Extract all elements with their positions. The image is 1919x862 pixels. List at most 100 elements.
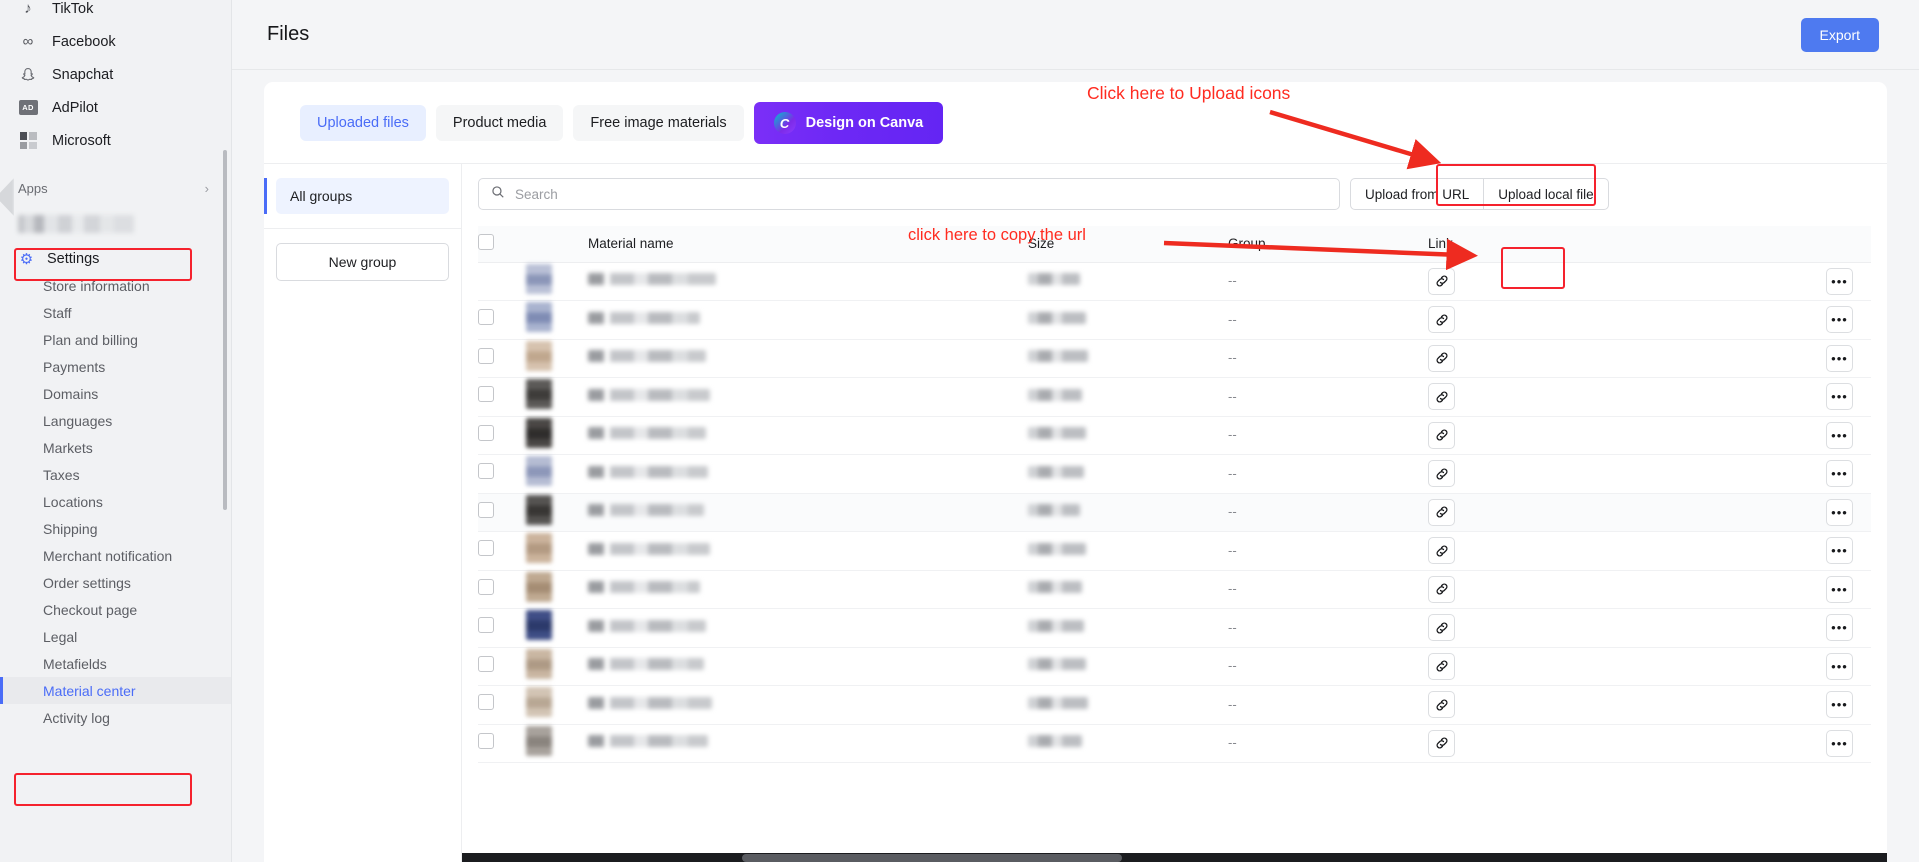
new-group-button[interactable]: New group — [276, 243, 449, 281]
row-checkbox[interactable] — [478, 578, 494, 595]
table-row[interactable]: -- ••• — [478, 570, 1871, 609]
sidebar-item-snapchat[interactable]: Snapchat — [0, 58, 231, 91]
link-icon[interactable] — [1428, 691, 1455, 719]
table-row[interactable]: -- ••• — [478, 608, 1871, 648]
sidebar-item-merchant-notification[interactable]: Merchant notification — [0, 542, 231, 569]
row-checkbox[interactable] — [478, 540, 494, 557]
more-icon[interactable]: ••• — [1826, 460, 1853, 488]
row-checkbox[interactable] — [478, 424, 494, 441]
sidebar-item-settings[interactable]: ⚙ Settings — [0, 245, 231, 272]
row-checkbox[interactable] — [478, 617, 494, 634]
more-icon[interactable]: ••• — [1826, 267, 1853, 295]
column-header-link[interactable]: Link — [1428, 226, 1658, 263]
sidebar-item-store-information[interactable]: Store information — [0, 272, 231, 299]
link-icon[interactable] — [1428, 575, 1455, 603]
upload-from-url-button[interactable]: Upload from URL — [1350, 178, 1485, 210]
material-name-redacted — [588, 696, 712, 709]
table-row[interactable]: -- ••• — [478, 377, 1871, 417]
search-input[interactable]: Search — [478, 178, 1340, 210]
sidebar-section-apps[interactable]: Apps › — [0, 171, 231, 205]
row-actions-cell: ••• — [1658, 685, 1871, 725]
sidebar-item-facebook[interactable]: ∞ Facebook — [0, 25, 231, 58]
sidebar-item-taxes[interactable]: Taxes — [0, 461, 231, 488]
row-checkbox[interactable] — [478, 309, 494, 326]
scrollbar-thumb[interactable] — [742, 854, 1122, 862]
table-row[interactable]: -- ••• — [478, 724, 1871, 763]
more-icon[interactable]: ••• — [1826, 306, 1853, 334]
more-icon[interactable]: ••• — [1826, 691, 1853, 719]
more-icon[interactable]: ••• — [1826, 421, 1853, 449]
sidebar-item-staff[interactable]: Staff — [0, 299, 231, 326]
sidebar-item-markets[interactable]: Markets — [0, 434, 231, 461]
table-row[interactable]: -- ••• — [478, 339, 1871, 378]
sidebar-item-languages[interactable]: Languages — [0, 407, 231, 434]
more-icon[interactable]: ••• — [1826, 344, 1853, 372]
link-icon[interactable] — [1428, 614, 1455, 642]
table-row[interactable]: -- ••• — [478, 493, 1871, 532]
horizontal-scrollbar[interactable] — [462, 853, 1887, 862]
link-icon[interactable] — [1428, 498, 1455, 526]
sidebar-item-payments[interactable]: Payments — [0, 353, 231, 380]
column-header-group[interactable]: Group — [1228, 226, 1428, 263]
row-checkbox[interactable] — [478, 655, 494, 672]
link-icon[interactable] — [1428, 306, 1455, 334]
table-row[interactable]: -- ••• — [478, 531, 1871, 571]
tab-design-on-canva[interactable]: C Design on Canva — [753, 102, 944, 144]
group-item-all-groups[interactable]: All groups — [264, 178, 449, 214]
row-checkbox[interactable] — [478, 694, 494, 711]
sidebar-scrollbar[interactable] — [223, 150, 227, 510]
more-icon[interactable]: ••• — [1826, 614, 1853, 642]
row-checkbox[interactable] — [478, 732, 494, 749]
export-button[interactable]: Export — [1800, 17, 1879, 52]
sidebar-item-activity-log[interactable]: Activity log — [0, 704, 231, 731]
table-row[interactable]: -- ••• — [478, 262, 1871, 301]
link-icon[interactable] — [1428, 383, 1455, 411]
more-icon[interactable]: ••• — [1826, 498, 1853, 526]
table-row[interactable]: -- ••• — [478, 647, 1871, 686]
tab-product-media[interactable]: Product media — [435, 105, 564, 141]
table-row[interactable]: -- ••• — [478, 416, 1871, 455]
tab-free-image-materials[interactable]: Free image materials — [573, 105, 744, 141]
table-row[interactable]: -- ••• — [478, 300, 1871, 340]
select-all-checkbox[interactable] — [478, 234, 494, 251]
more-icon[interactable]: ••• — [1826, 575, 1853, 603]
row-checkbox[interactable] — [478, 501, 494, 518]
row-group-cell: -- — [1228, 724, 1428, 763]
row-checkbox[interactable] — [478, 386, 494, 403]
sidebar-item-checkout-page[interactable]: Checkout page — [0, 596, 231, 623]
sidebar-item-adpilot[interactable]: AD AdPilot — [0, 91, 231, 124]
sidebar-item-metafields[interactable]: Metafields — [0, 650, 231, 677]
link-icon[interactable] — [1428, 344, 1455, 372]
sidebar-item-domains[interactable]: Domains — [0, 380, 231, 407]
table-row[interactable]: -- ••• — [478, 454, 1871, 494]
tab-uploaded-files[interactable]: Uploaded files — [300, 105, 426, 141]
link-icon[interactable] — [1428, 460, 1455, 488]
row-group-value: -- — [1228, 427, 1237, 443]
upload-local-file-button[interactable]: Upload local file — [1484, 178, 1609, 210]
more-icon[interactable]: ••• — [1826, 652, 1853, 680]
sidebar-item-legal[interactable]: Legal — [0, 623, 231, 650]
row-checkbox[interactable] — [478, 463, 494, 480]
link-icon[interactable] — [1428, 421, 1455, 449]
sidebar-item-locations[interactable]: Locations — [0, 488, 231, 515]
table-row[interactable]: -- ••• — [478, 685, 1871, 725]
row-checkbox[interactable] — [478, 347, 494, 364]
link-icon[interactable] — [1428, 729, 1455, 757]
more-icon[interactable]: ••• — [1826, 729, 1853, 757]
sidebar-item-label: Checkout page — [43, 601, 138, 618]
row-material-name-cell — [588, 493, 1028, 532]
sidebar-item-microsoft[interactable]: Microsoft — [0, 124, 231, 157]
sidebar-scroll-area[interactable]: ♪ TikTok ∞ Facebook Snapchat AD AdPilot — [0, 0, 231, 862]
sidebar-item-shipping[interactable]: Shipping — [0, 515, 231, 542]
sidebar-item-plan-and-billing[interactable]: Plan and billing — [0, 326, 231, 353]
sidebar-item-order-settings[interactable]: Order settings — [0, 569, 231, 596]
sidebar-item-label: Plan and billing — [43, 331, 138, 348]
sidebar-item-material-center[interactable]: Material center — [0, 677, 231, 704]
link-icon[interactable] — [1428, 537, 1455, 565]
more-icon[interactable]: ••• — [1826, 537, 1853, 565]
material-name-redacted — [588, 465, 708, 478]
sidebar-item-tiktok[interactable]: ♪ TikTok — [0, 0, 231, 25]
link-icon[interactable] — [1428, 652, 1455, 680]
link-icon[interactable] — [1428, 267, 1455, 295]
more-icon[interactable]: ••• — [1826, 383, 1853, 411]
